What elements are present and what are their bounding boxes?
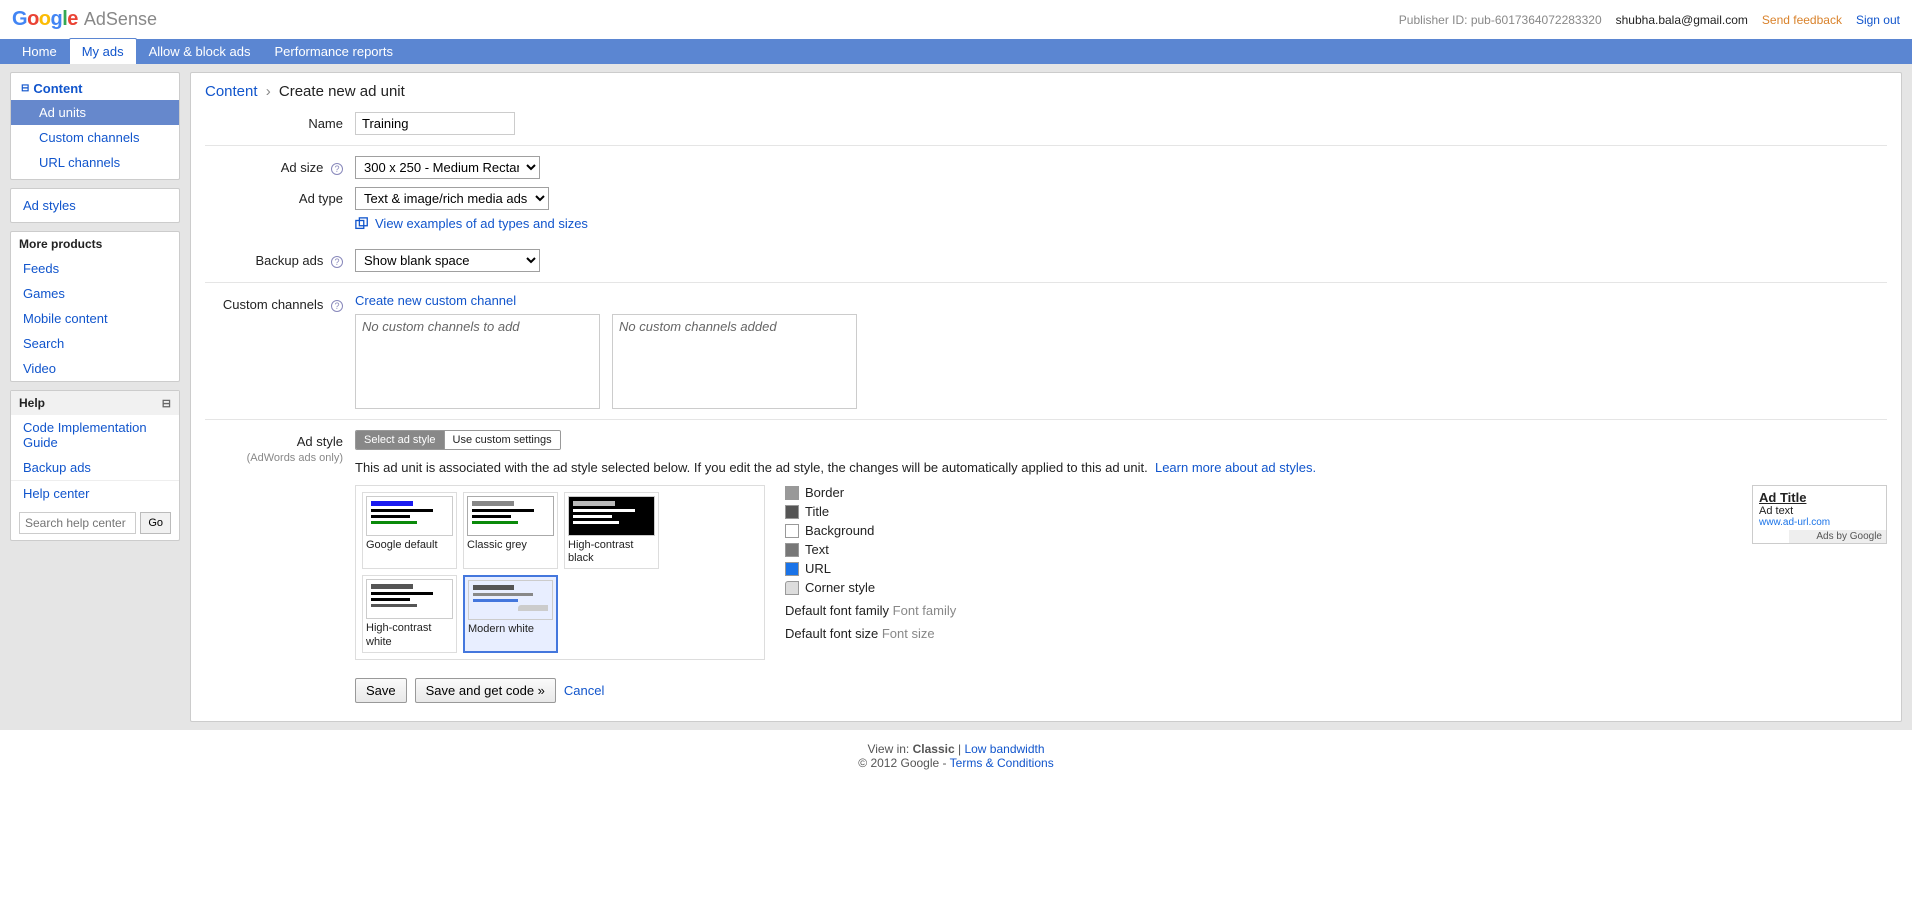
sidebar-more-header: More products — [11, 232, 179, 256]
help-code-guide[interactable]: Code Implementation Guide — [11, 415, 179, 455]
sign-out-link[interactable]: Sign out — [1856, 13, 1900, 27]
preview-title: Ad Title — [1759, 490, 1880, 505]
label-backup: Backup ads — [255, 253, 323, 268]
help-icon[interactable]: ? — [331, 163, 343, 175]
sidebar-help-header: Help ⊟ — [11, 391, 179, 415]
help-icon[interactable]: ? — [331, 300, 343, 312]
cancel-link[interactable]: Cancel — [564, 683, 604, 698]
ad-size-select[interactable]: 300 x 250 - Medium Rectangle — [355, 156, 540, 179]
sidebar-mobile[interactable]: Mobile content — [11, 306, 179, 331]
label-channels: Custom channels — [223, 297, 323, 312]
create-channel-link[interactable]: Create new custom channel — [355, 293, 516, 308]
sidebar-video[interactable]: Video — [11, 356, 179, 381]
save-get-code-button[interactable]: Save and get code » — [415, 678, 556, 703]
tab-select-style[interactable]: Select ad style — [356, 431, 444, 449]
main-content: Content › Create new ad unit Name Ad siz… — [190, 72, 1902, 722]
label-ad-size: Ad size — [281, 160, 324, 175]
breadcrumb: Content › Create new ad unit — [205, 83, 1887, 100]
publisher-id: Publisher ID: pub-6017364072283320 — [1399, 13, 1602, 27]
label-ad-style: Ad style — [297, 434, 343, 449]
label-ad-style-sub: (AdWords ads only) — [247, 452, 343, 464]
header-bar: Google AdSense Publisher ID: pub-6017364… — [0, 0, 1912, 39]
label-ad-type: Ad type — [205, 187, 355, 206]
sidebar-ad-styles[interactable]: Ad styles — [11, 193, 179, 218]
popup-icon — [355, 217, 369, 231]
channel-available-box[interactable]: No custom channels to add — [355, 314, 600, 409]
backup-ads-select[interactable]: Show blank space — [355, 249, 540, 272]
sidebar: ⊟ Content Ad units Custom channels URL c… — [10, 72, 180, 722]
style-google-default[interactable]: Google default — [362, 492, 457, 569]
url-swatch[interactable] — [785, 562, 799, 576]
sidebar-content-root[interactable]: ⊟ Content — [11, 77, 179, 100]
ad-type-select[interactable]: Text & image/rich media ads — [355, 187, 549, 210]
examples-link[interactable]: View examples of ad types and sizes — [375, 216, 588, 231]
nav-tabs: Home My ads Allow & block ads Performanc… — [0, 39, 1912, 64]
name-input[interactable] — [355, 112, 515, 135]
terms-link[interactable]: Terms & Conditions — [950, 756, 1054, 770]
channel-added-box[interactable]: No custom channels added — [612, 314, 857, 409]
sidebar-item-ad-units[interactable]: Ad units — [11, 100, 179, 125]
collapse-icon: ⊟ — [21, 83, 29, 94]
collapse-icon[interactable]: ⊟ — [162, 397, 171, 410]
help-search-go[interactable]: Go — [140, 512, 171, 534]
save-button[interactable]: Save — [355, 678, 407, 703]
view-classic[interactable]: Classic — [913, 742, 955, 756]
sidebar-search[interactable]: Search — [11, 331, 179, 356]
preview-url: www.ad-url.com — [1759, 517, 1880, 528]
preview-byline: Ads by Google — [1789, 530, 1886, 543]
corner-swatch[interactable] — [785, 581, 799, 595]
learn-more-link[interactable]: Learn more about ad styles. — [1155, 460, 1316, 475]
border-swatch[interactable] — [785, 486, 799, 500]
view-low-bandwidth[interactable]: Low bandwidth — [964, 742, 1044, 756]
google-logo: Google — [12, 8, 78, 31]
sidebar-item-url-channels[interactable]: URL channels — [11, 150, 179, 175]
text-swatch[interactable] — [785, 543, 799, 557]
title-swatch[interactable] — [785, 505, 799, 519]
breadcrumb-content[interactable]: Content — [205, 83, 258, 100]
style-high-contrast-white[interactable]: High-contrast white — [362, 575, 457, 652]
tab-performance[interactable]: Performance reports — [262, 39, 405, 64]
style-modern-white[interactable]: Modern white — [463, 575, 558, 652]
background-swatch[interactable] — [785, 524, 799, 538]
style-grid: Google default Classic grey High-contras… — [355, 485, 765, 660]
footer: View in: Classic | Low bandwidth © 2012 … — [0, 730, 1912, 782]
help-icon[interactable]: ? — [331, 256, 343, 268]
sidebar-item-custom-channels[interactable]: Custom channels — [11, 125, 179, 150]
color-legend: Border Title Background Text URL Corner … — [785, 485, 956, 641]
label-name: Name — [205, 112, 355, 131]
sidebar-games[interactable]: Games — [11, 281, 179, 306]
style-high-contrast-black[interactable]: High-contrast black — [564, 492, 659, 569]
help-backup-ads[interactable]: Backup ads — [11, 455, 179, 480]
tab-custom-settings[interactable]: Use custom settings — [444, 431, 560, 449]
tab-allow-block[interactable]: Allow & block ads — [137, 39, 263, 64]
product-name: AdSense — [84, 9, 157, 30]
user-email[interactable]: shubha.bala@gmail.com — [1616, 13, 1748, 27]
send-feedback-link[interactable]: Send feedback — [1762, 13, 1842, 27]
sidebar-feeds[interactable]: Feeds — [11, 256, 179, 281]
logo: Google AdSense — [12, 8, 157, 31]
breadcrumb-current: Create new ad unit — [279, 83, 405, 100]
style-desc-text: This ad unit is associated with the ad s… — [355, 460, 1148, 475]
help-search-input[interactable] — [19, 512, 136, 534]
help-center-link[interactable]: Help center — [11, 481, 179, 506]
style-classic-grey[interactable]: Classic grey — [463, 492, 558, 569]
preview-text: Ad text — [1759, 505, 1880, 517]
tab-my-ads[interactable]: My ads — [69, 38, 137, 64]
tab-home[interactable]: Home — [10, 39, 69, 64]
ad-preview: Ad Title Ad text www.ad-url.com Ads by G… — [1752, 485, 1887, 544]
